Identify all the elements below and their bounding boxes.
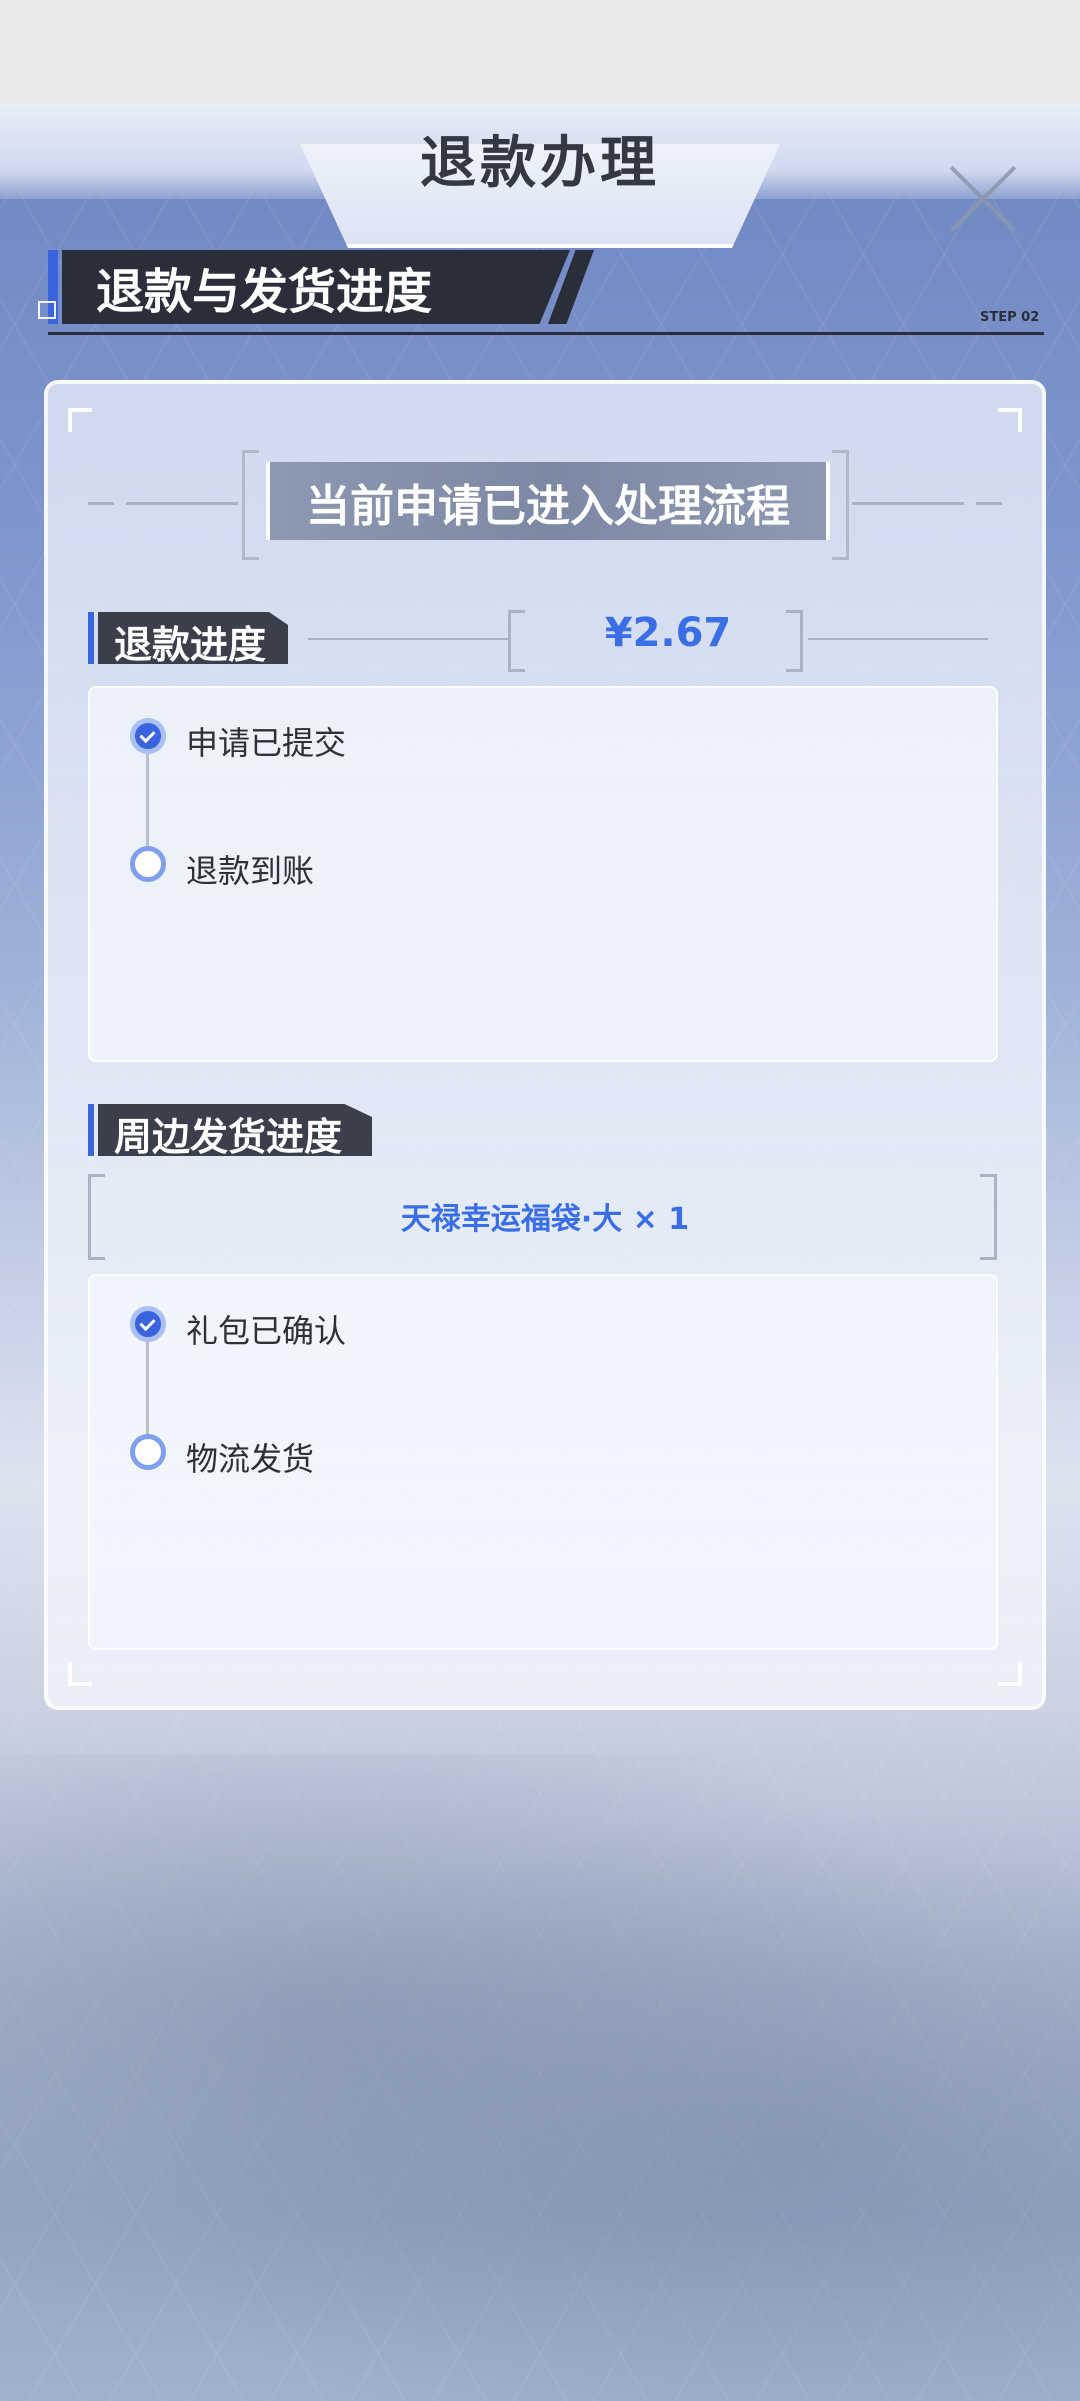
shipping-progress-box: 礼包已确认 物流发货: [88, 1274, 998, 1650]
check-icon: [130, 718, 166, 754]
close-icon[interactable]: [942, 159, 1022, 239]
dash-decoration: [308, 638, 508, 640]
refund-dialog: 退款办理 退款与发货进度 STEP 02 当前申请已进入处理流程 退款进度 ¥2…: [0, 104, 1080, 2401]
section-title: 退款与发货进度: [96, 264, 433, 320]
corner-decoration: [998, 408, 1022, 432]
dash-decoration: [126, 502, 238, 505]
shipping-step-label: 礼包已确认: [186, 1312, 347, 1350]
amount-bracket-left: [508, 610, 525, 672]
corner-decoration: [68, 1662, 92, 1686]
bracket-left: [242, 450, 259, 560]
refund-progress-box: 申请已提交 退款到账: [88, 686, 998, 1062]
page-title: 退款办理: [420, 131, 660, 196]
pending-step-icon: [130, 846, 166, 882]
check-icon: [130, 1306, 166, 1342]
amount-bracket-right: [786, 610, 803, 672]
shipping-title-accent: [88, 1104, 94, 1156]
section-divider: [48, 332, 1044, 335]
dash-decoration: [88, 502, 114, 505]
status-text: 当前申请已进入处理流程: [306, 481, 790, 532]
dash-decoration: [808, 638, 988, 640]
step-label: STEP 02: [980, 310, 1040, 325]
bracket-right: [832, 450, 849, 560]
corner-decoration: [68, 408, 92, 432]
dash-decoration: [976, 502, 1002, 505]
status-banner: 当前申请已进入处理流程: [266, 462, 830, 540]
dash-decoration: [852, 502, 964, 505]
refund-title: 退款进度: [114, 623, 267, 667]
corner-decoration: [998, 1662, 1022, 1686]
refund-amount: ¥2.67: [604, 610, 732, 656]
progress-card: 当前申请已进入处理流程 退款进度 ¥2.67 申请已提交 退款到账 周边发货进度…: [44, 380, 1046, 1710]
pending-step-icon: [130, 1434, 166, 1470]
refund-title-accent: [88, 612, 94, 664]
shipping-step-label: 物流发货: [186, 1440, 315, 1478]
product-name: 天禄幸运福袋·大 × 1: [400, 1202, 690, 1237]
refund-step-label: 申请已提交: [186, 724, 347, 762]
section-marker: [38, 301, 56, 319]
product-bracket-right: [980, 1174, 997, 1260]
refund-step-label: 退款到账: [186, 852, 315, 890]
status-banner-wrap: 当前申请已进入处理流程: [48, 450, 1042, 560]
shipping-title: 周边发货进度: [114, 1115, 343, 1159]
status-bar: [0, 0, 1080, 104]
